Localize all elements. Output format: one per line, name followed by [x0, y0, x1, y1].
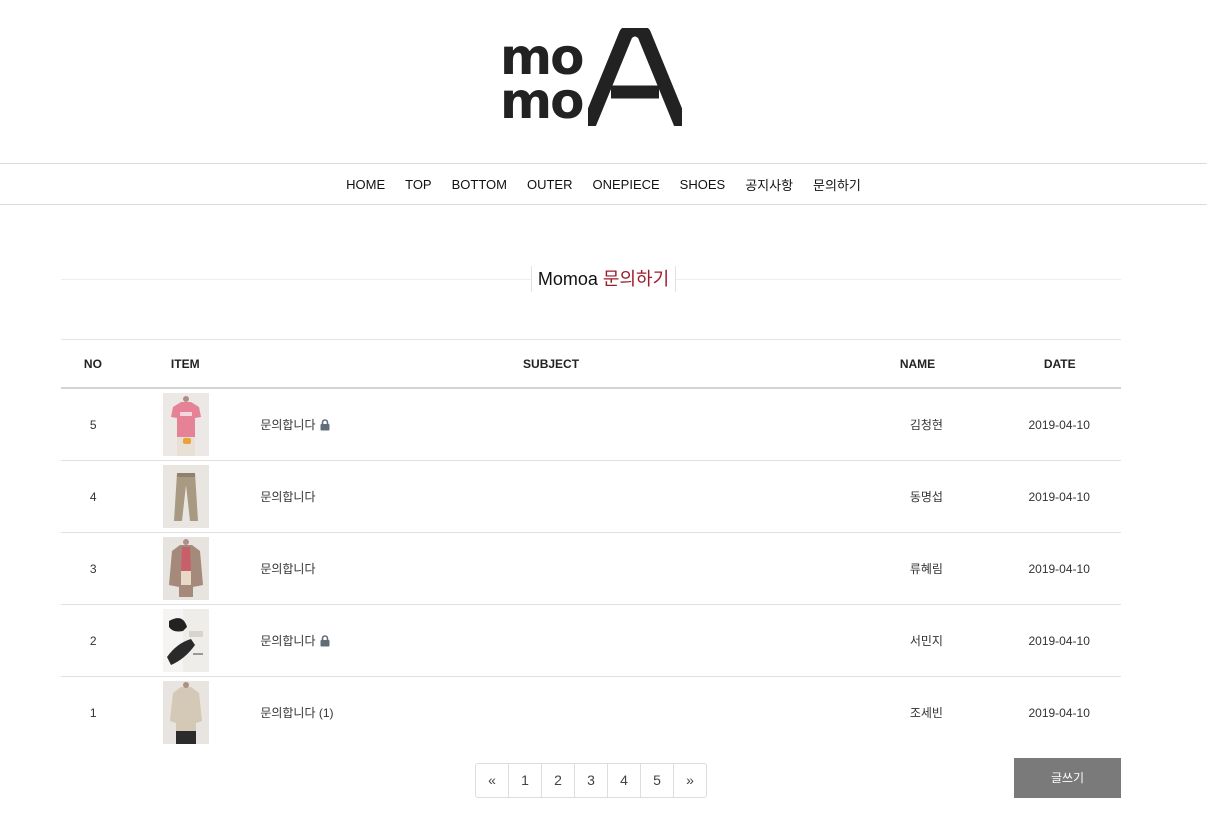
nav-notice[interactable]: 공지사항: [745, 175, 793, 194]
write-button[interactable]: 글쓰기: [1014, 758, 1121, 798]
row-no: 1: [89, 705, 97, 720]
row-subject-link[interactable]: 문의합니다: [260, 488, 315, 505]
row-date: 2019-04-10: [1028, 705, 1090, 720]
header-subject: SUBJECT: [523, 356, 580, 371]
row-subject-link[interactable]: 문의합니다: [260, 560, 315, 577]
page-prev-button[interactable]: «: [476, 764, 508, 797]
row-name: 김청현: [909, 418, 943, 432]
product-thumbnail-beige-pants[interactable]: [163, 465, 210, 528]
page-3-button[interactable]: 3: [574, 764, 607, 797]
row-no: 2: [89, 633, 97, 648]
row-name: 류혜림: [909, 562, 943, 576]
header-date: DATE: [1043, 356, 1076, 371]
row-no: 5: [89, 417, 97, 432]
nav-outer[interactable]: OUTER: [527, 177, 573, 192]
row-date: 2019-04-10: [1028, 633, 1090, 648]
table-row[interactable]: 2 문의합니다 서민지 2019-04-10: [61, 605, 1121, 677]
product-thumbnail-pink-tshirt[interactable]: [163, 393, 210, 456]
nav-top[interactable]: TOP: [405, 177, 432, 192]
table-row[interactable]: 5 문의합니다 김청현 2019-04-10: [61, 389, 1121, 461]
product-thumbnail-brown-jacket[interactable]: [163, 537, 210, 600]
inquiry-table: NO ITEM SUBJECT NAME DATE 5 문의합니다 김청현 20…: [61, 339, 1121, 748]
page-next-button[interactable]: »: [673, 764, 706, 797]
board-title-brand: Momoa: [537, 269, 598, 289]
row-no: 4: [89, 489, 97, 504]
row-subject-link[interactable]: 문의합니다: [260, 416, 315, 433]
table-header: NO ITEM SUBJECT NAME DATE: [61, 339, 1121, 389]
product-thumbnail-beige-blouse[interactable]: [163, 681, 210, 744]
logo-letter-a: [588, 28, 682, 126]
nav-shoes[interactable]: SHOES: [680, 177, 726, 192]
row-name: 동명섭: [909, 490, 943, 504]
logo-line-2: mo: [500, 72, 584, 130]
table-row[interactable]: 3 문의합니다 류혜림 2019-04-10: [61, 533, 1121, 605]
header-name: NAME: [899, 356, 936, 371]
product-thumbnail-black-shoes[interactable]: [163, 609, 210, 672]
page-4-button[interactable]: 4: [607, 764, 640, 797]
pagination: « 1 2 3 4 5 »: [475, 763, 707, 798]
row-date: 2019-04-10: [1028, 417, 1090, 432]
row-date: 2019-04-10: [1028, 489, 1090, 504]
row-subject-link[interactable]: 문의합니다 (1): [260, 704, 333, 721]
nav-onepiece[interactable]: ONEPIECE: [592, 177, 659, 192]
lock-icon: [320, 634, 330, 646]
main-nav: HOME TOP BOTTOM OUTER ONEPIECE SHOES 공지사…: [0, 163, 1207, 205]
header-no: NO: [83, 356, 102, 371]
nav-inquiry[interactable]: 문의하기: [813, 175, 861, 194]
row-name: 조세빈: [909, 706, 943, 720]
row-subject-link[interactable]: 문의합니다: [260, 632, 315, 649]
header-item: ITEM: [170, 356, 200, 371]
site-logo[interactable]: mo mo: [500, 28, 682, 128]
page-5-button[interactable]: 5: [640, 764, 673, 797]
page-1-button[interactable]: 1: [508, 764, 541, 797]
board-title-text: 문의하기: [602, 269, 670, 289]
page-2-button[interactable]: 2: [541, 764, 574, 797]
nav-bottom[interactable]: BOTTOM: [452, 177, 507, 192]
table-row[interactable]: 4 문의합니다 동명섭 2019-04-10: [61, 461, 1121, 533]
row-name: 서민지: [909, 634, 943, 648]
nav-home[interactable]: HOME: [346, 177, 385, 192]
row-no: 3: [89, 561, 97, 576]
lock-icon: [320, 418, 330, 430]
table-row[interactable]: 1 문의합니다 (1) 조세빈 2019-04-10: [61, 677, 1121, 748]
row-date: 2019-04-10: [1028, 561, 1090, 576]
board-title: Momoa 문의하기: [0, 266, 1207, 292]
